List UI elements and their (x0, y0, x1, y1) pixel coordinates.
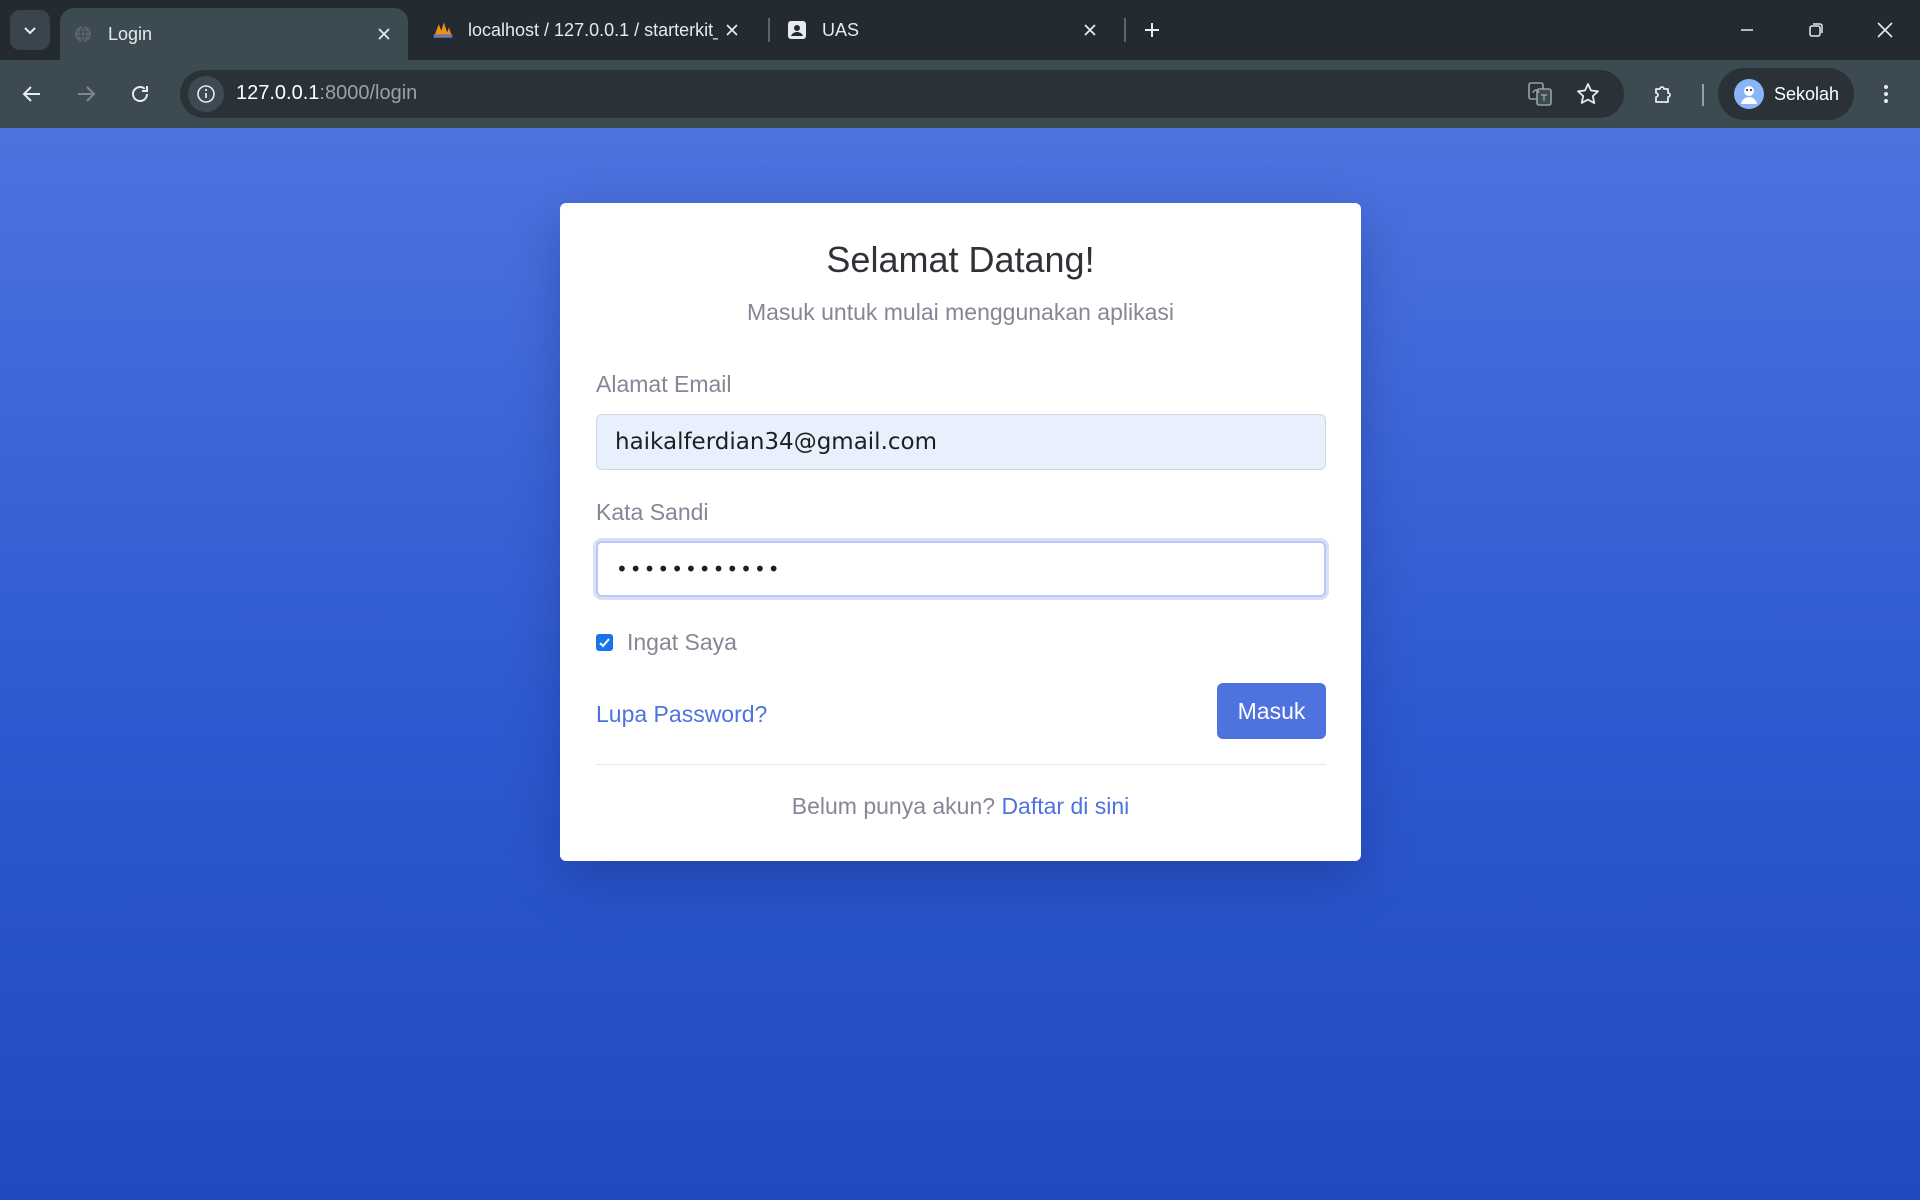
login-button[interactable]: Masuk (1217, 683, 1326, 739)
tab-title: UAS (822, 19, 860, 40)
reload-button[interactable] (120, 74, 160, 114)
remember-checkbox[interactable] (596, 634, 613, 651)
phpmyadmin-icon (432, 19, 454, 41)
reload-icon (132, 86, 148, 102)
restore-icon (1809, 23, 1823, 37)
tab-separator (1124, 18, 1126, 42)
contact-card-icon (786, 19, 808, 41)
browser-toolbar: 127.0.0.1:8000/login Sekolah (0, 60, 1920, 128)
globe-icon (72, 23, 94, 45)
site-info-button[interactable] (188, 76, 224, 112)
url-text[interactable]: 127.0.0.1:8000/login (236, 82, 417, 105)
close-icon (1877, 22, 1893, 38)
tab-title: localhost / 127.0.0.1 / starterkit_ (468, 19, 718, 40)
register-prompt-text: Belum punya akun? (791, 793, 996, 819)
tab-uas[interactable]: UAS (774, 0, 1114, 60)
minimize-button[interactable] (1724, 10, 1770, 50)
star-icon (1577, 83, 1599, 104)
profile-button[interactable]: Sekolah (1718, 68, 1854, 120)
info-icon (197, 85, 215, 103)
email-field[interactable]: haikalferdian34@gmail.com (596, 414, 1326, 470)
browser-menu-button[interactable] (1866, 74, 1906, 114)
close-icon[interactable] (370, 20, 398, 48)
password-label: Kata Sandi (596, 499, 709, 525)
url-path: :8000/login (319, 82, 418, 104)
browser-tab-strip: Login localhost / 127.0.0.1 / starterkit… (0, 0, 1920, 60)
password-field[interactable]: •••••••••••• (596, 541, 1326, 597)
tab-phpmyadmin[interactable]: localhost / 127.0.0.1 / starterkit_ (420, 0, 756, 60)
tab-login[interactable]: Login (60, 8, 408, 60)
remember-label: Ingat Saya (627, 629, 737, 655)
address-bar[interactable]: 127.0.0.1:8000/login (180, 70, 1624, 118)
plus-icon (1145, 23, 1159, 37)
translate-icon (1528, 82, 1552, 106)
email-label: Alamat Email (596, 371, 732, 397)
new-tab-button[interactable] (1136, 14, 1168, 46)
bookmark-button[interactable] (1572, 78, 1604, 110)
user-avatar-icon (1741, 86, 1757, 104)
login-card: Selamat Datang! Masuk untuk mulai menggu… (560, 203, 1361, 861)
page-title: Selamat Datang! (826, 239, 1095, 280)
register-prompt: Belum punya akun? Daftar di sini (560, 793, 1361, 820)
puzzle-icon (1655, 86, 1671, 103)
toolbar-divider (1702, 84, 1704, 106)
checkmark-icon (599, 638, 610, 648)
tab-search-button[interactable] (10, 10, 50, 50)
tab-separator (768, 18, 770, 42)
back-button[interactable] (12, 74, 52, 114)
arrow-right-icon (78, 86, 96, 102)
forward-button[interactable] (66, 74, 106, 114)
page-background: Selamat Datang! Masuk untuk mulai menggu… (0, 128, 1920, 1200)
close-icon[interactable] (718, 16, 746, 44)
chevron-down-icon (24, 27, 36, 35)
remember-me[interactable]: Ingat Saya (596, 629, 737, 656)
close-icon[interactable] (1076, 16, 1104, 44)
register-link[interactable]: Daftar di sini (1001, 793, 1129, 819)
forgot-password-link[interactable]: Lupa Password? (596, 701, 767, 728)
restore-button[interactable] (1793, 10, 1839, 50)
minimize-icon (1741, 29, 1753, 31)
arrow-left-icon (22, 86, 40, 102)
page-subtitle: Masuk untuk mulai menggunakan aplikasi (746, 299, 1175, 325)
close-window-button[interactable] (1862, 10, 1908, 50)
extensions-button[interactable] (1644, 74, 1684, 114)
divider (596, 764, 1326, 765)
url-host: 127.0.0.1 (236, 82, 320, 104)
more-vert-icon (1884, 85, 1888, 103)
translate-button[interactable] (1524, 78, 1556, 110)
avatar (1734, 79, 1764, 109)
tab-title: Login (108, 23, 153, 44)
profile-name: Sekolah (1774, 83, 1840, 104)
